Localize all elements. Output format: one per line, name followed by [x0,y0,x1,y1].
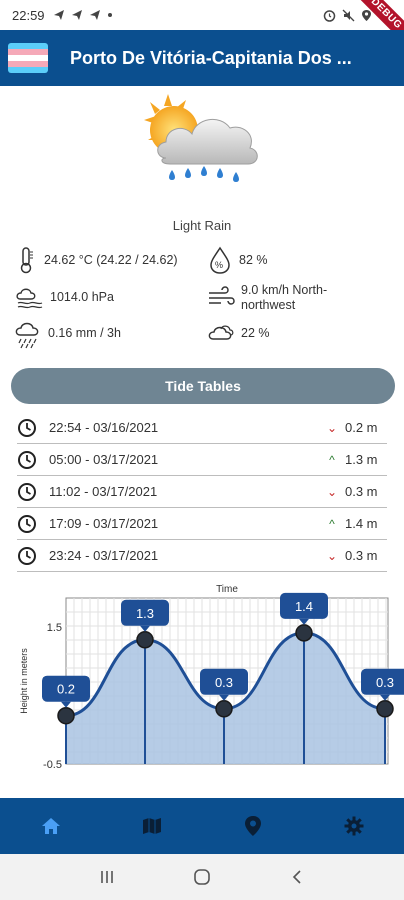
tide-height: 0.3 m [345,548,378,563]
notification-icons [53,9,113,21]
wind-icon [209,286,235,305]
data-point [295,624,313,642]
temperature-value: 24.62 °C (24.22 / 24.62) [44,253,178,267]
tide-datetime: 17:09 - 03/17/2021 [49,516,159,531]
data-label: 1.4 [295,599,313,614]
back-button[interactable] [277,857,317,897]
tide-tables-button[interactable]: Tide Tables [11,368,395,404]
send-icon [71,10,82,20]
data-label: 0.2 [57,682,75,697]
humidity-value: 82 % [239,253,268,267]
send-icon [53,10,64,20]
tide-height: 1.3 m [345,452,378,467]
data-point [57,706,75,725]
humidity-icon: % [210,246,230,274]
pressure-icon [16,288,43,309]
location-pin-icon [244,816,261,836]
recent-apps-button[interactable] [87,857,127,897]
tide-row: 17:09 - 03/17/2021 ^ 1.4 m [17,508,387,540]
tide-row: 22:54 - 03/16/2021 ⌄ 0.2 m [17,412,387,444]
flag-stripe [8,67,48,73]
mute-icon [342,9,355,21]
clouds-value: 22 % [241,326,270,340]
wind-value: 9.0 km/h North-northwest [241,283,328,312]
alarm-icon [323,9,336,22]
data-point [215,700,233,718]
tide-datetime: 23:24 - 03/17/2021 [49,548,159,563]
nav-map[interactable] [101,798,202,854]
clock-icon [18,418,36,437]
rain-cloud-icon [15,322,39,349]
status-time: 22:59 [12,7,45,23]
pressure-item: 1014.0 hPa [14,283,114,311]
precipitation-item: 0.16 mm / 3h [14,319,121,349]
nav-location[interactable] [202,798,303,854]
tide-datetime: 05:00 - 03/17/2021 [49,452,159,467]
system-nav-bar [0,854,404,900]
dot-icon [107,13,112,17]
data-label: 1.3 [136,606,154,621]
tide-row: 11:02 - 03/17/2021 ⌄ 0.3 m [17,476,387,508]
svg-text:%: % [215,260,223,270]
send-icon [89,10,100,20]
tide-height: 0.3 m [345,484,378,499]
clock-icon [18,450,36,469]
tide-down-icon: ⌄ [326,420,338,435]
humidity-item: % 82 % [207,246,268,274]
chart-y-label: Height in meters [19,648,29,714]
data-label: 0.3 [376,675,394,690]
tide-row: 23:24 - 03/17/2021 ⌄ 0.3 m [17,540,387,572]
tide-list: 22:54 - 03/16/2021 ⌄ 0.2 m 05:00 - 03/17… [17,412,387,572]
precipitation-value: 0.16 mm / 3h [48,326,121,340]
tide-up-icon: ^ [329,452,335,467]
tide-down-icon: ⌄ [326,484,338,499]
flag-icon [8,43,48,73]
clouds-item: 22 % [207,319,270,347]
rain-drops [169,166,239,182]
cloud-icon [208,325,234,340]
status-bar: 22:59 DEBUG [0,0,404,48]
home-circle-icon [194,869,210,885]
clock-icon [18,514,36,533]
map-icon [142,818,161,834]
temperature-item: 24.62 °C (24.22 / 24.62) [14,246,178,274]
app-bar: Porto De Vitória-Capitania Dos ... [0,30,404,86]
data-point [376,700,394,718]
thermometer-icon [20,247,33,274]
tide-chart: 0.2 1.3 0.3 1.4 0.3 Time Height in meters 1.… [19,584,404,771]
y-tick-label: -0.5 [43,759,62,771]
clock-icon [18,482,36,501]
data-label: 0.3 [215,675,233,690]
nav-home[interactable] [0,798,101,854]
clock-icon [18,546,36,565]
y-tick-label: 1.5 [47,622,62,634]
tide-down-icon: ⌄ [326,548,338,563]
tide-up-icon: ^ [329,516,335,531]
tide-datetime: 22:54 - 03/16/2021 [49,420,159,435]
page-title: Porto De Vitória-Capitania Dos ... [70,47,352,68]
tide-height: 1.4 m [345,516,378,531]
gear-icon [344,816,363,836]
wind-item: 9.0 km/h North-northwest [207,283,351,313]
tide-row: 05:00 - 03/17/2021 ^ 1.3 m [17,444,387,476]
light-rain-weather-icon [144,94,258,182]
tide-height: 0.2 m [345,420,378,435]
weather-description: Light Rain [172,218,232,233]
tide-datetime: 11:02 - 03/17/2021 [49,484,158,499]
pressure-value: 1014.0 hPa [50,290,114,304]
data-point [136,631,154,649]
bottom-nav [0,798,404,854]
back-icon [292,870,301,884]
home-button[interactable] [182,857,222,897]
chart-title: Time [216,584,238,595]
nav-settings[interactable] [303,798,404,854]
home-icon [41,818,60,834]
recents-icon [101,871,114,883]
